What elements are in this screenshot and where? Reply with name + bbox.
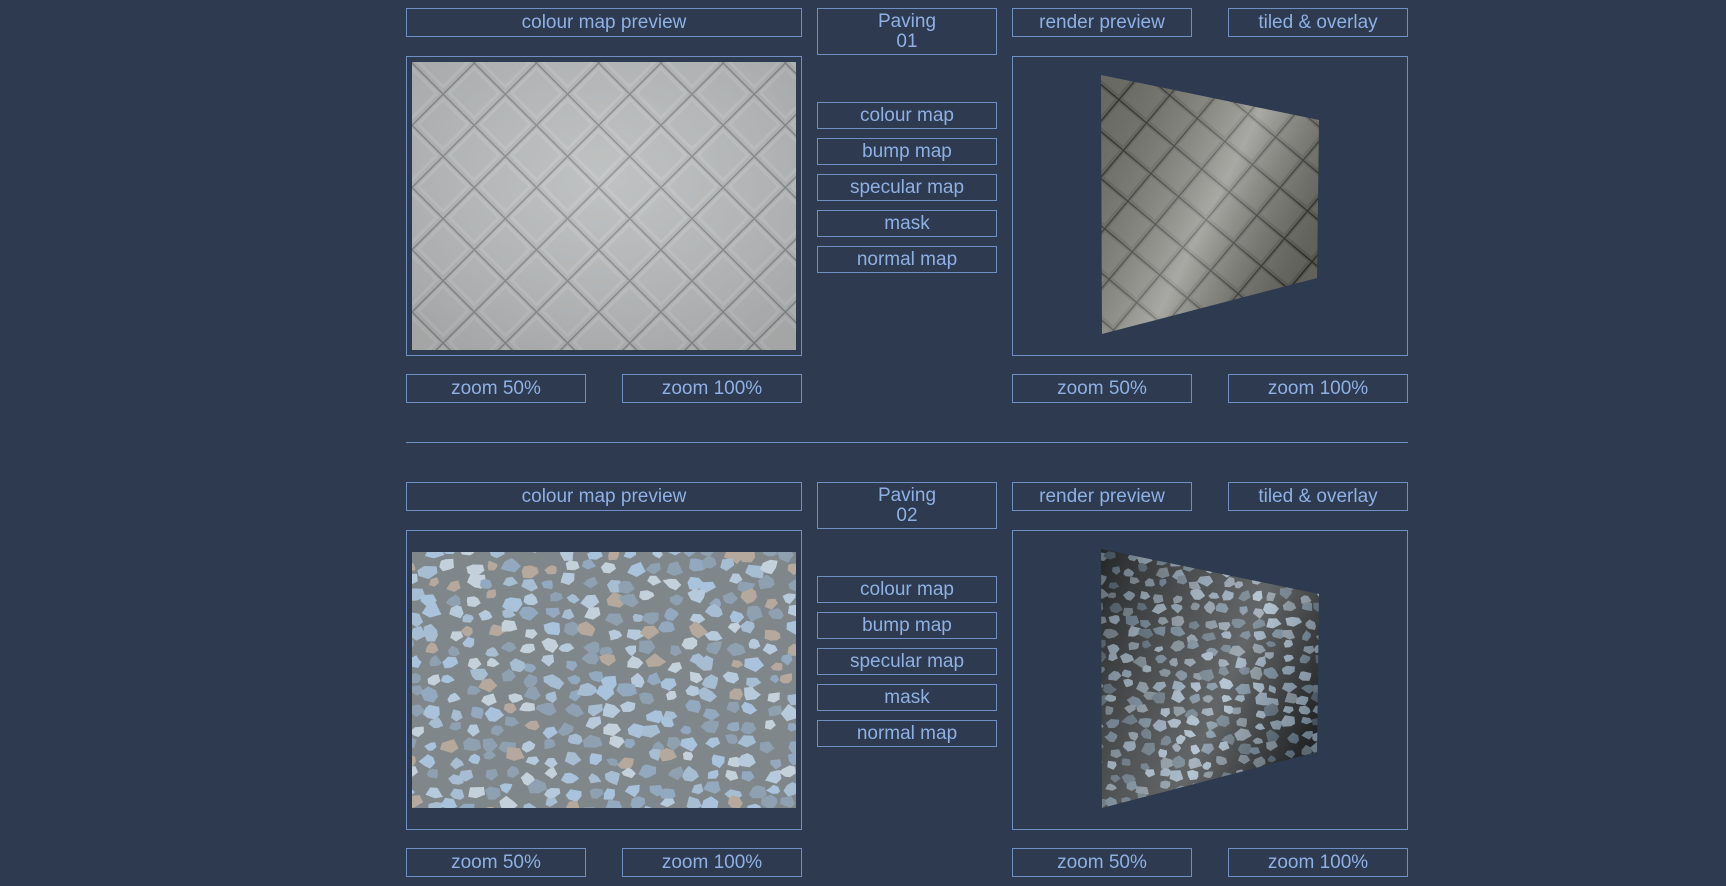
texture-library-page: colour map preview Paving 01 render prev… (0, 0, 1726, 886)
material-title-line2: 02 (896, 504, 918, 526)
mask-button[interactable]: mask (817, 684, 997, 711)
material-title-line1: Paving (877, 10, 937, 32)
section-divider (406, 442, 1408, 443)
colour-map-button[interactable]: colour map (817, 102, 997, 129)
colour-map-image[interactable] (412, 62, 796, 350)
material-title: Paving 01 (817, 8, 997, 55)
render-zoom-100-button[interactable]: zoom 100% (1228, 374, 1408, 403)
tiled-overlay-button[interactable]: tiled & overlay (1228, 482, 1408, 511)
render-zoom-50-button[interactable]: zoom 50% (1012, 374, 1192, 403)
tiled-overlay-button[interactable]: tiled & overlay (1228, 8, 1408, 37)
colour-zoom-50-button[interactable]: zoom 50% (406, 374, 586, 403)
specular-map-button[interactable]: specular map (817, 174, 997, 201)
colour-map-frame (406, 56, 802, 356)
normal-map-button[interactable]: normal map (817, 246, 997, 273)
colour-zoom-100-button[interactable]: zoom 100% (622, 374, 802, 403)
material-title: Paving 02 (817, 482, 997, 529)
render-preview-image[interactable] (1013, 531, 1407, 829)
render-preview-button[interactable]: render preview (1012, 8, 1192, 37)
normal-map-button[interactable]: normal map (817, 720, 997, 747)
material-title-line2: 01 (896, 30, 918, 52)
material-title-line1: Paving (877, 484, 937, 506)
bump-map-button[interactable]: bump map (817, 612, 997, 639)
colour-map-preview-button[interactable]: colour map preview (406, 482, 802, 511)
specular-map-button[interactable]: specular map (817, 648, 997, 675)
render-zoom-100-button[interactable]: zoom 100% (1228, 848, 1408, 877)
mask-button[interactable]: mask (817, 210, 997, 237)
colour-map-frame (406, 530, 802, 830)
colour-zoom-100-button[interactable]: zoom 100% (622, 848, 802, 877)
render-preview-image[interactable] (1013, 57, 1407, 355)
bump-map-button[interactable]: bump map (817, 138, 997, 165)
render-preview-frame (1012, 530, 1408, 830)
colour-map-button[interactable]: colour map (817, 576, 997, 603)
colour-map-preview-button[interactable]: colour map preview (406, 8, 802, 37)
colour-map-image[interactable] (412, 552, 796, 808)
render-preview-button[interactable]: render preview (1012, 482, 1192, 511)
render-preview-frame (1012, 56, 1408, 356)
render-zoom-50-button[interactable]: zoom 50% (1012, 848, 1192, 877)
colour-zoom-50-button[interactable]: zoom 50% (406, 848, 586, 877)
